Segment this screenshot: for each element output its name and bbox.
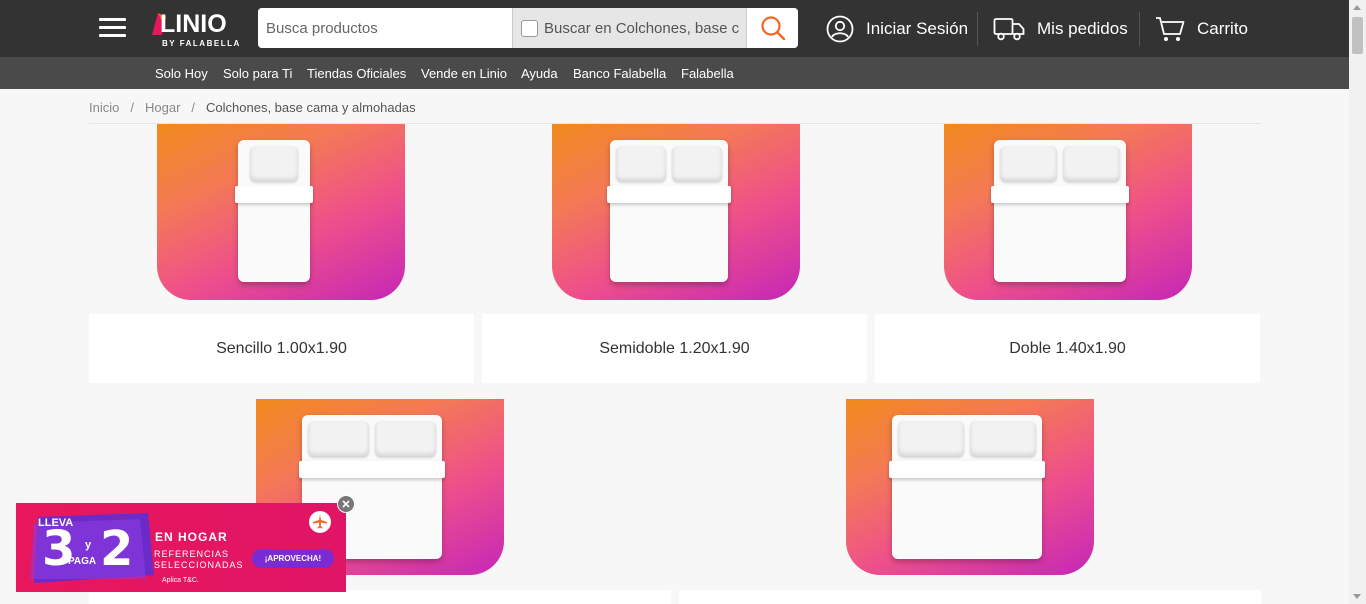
airplane-icon [309, 511, 331, 533]
scroll-down-arrow-icon[interactable] [1353, 594, 1361, 599]
subnav-item-vende-en-linio[interactable]: Vende en Linio [421, 66, 507, 81]
search-input[interactable] [258, 8, 512, 48]
king-bed-icon[interactable] [846, 399, 1094, 575]
linio-logo[interactable]: LINIO BY FALABELLA [150, 9, 245, 49]
search-button[interactable] [747, 8, 798, 48]
cart-icon [1156, 17, 1185, 41]
double-bed-icon[interactable] [944, 124, 1192, 300]
sub-navigation: Solo Hoy Solo para Ti Tiendas Oficiales … [0, 57, 1366, 89]
close-icon[interactable] [337, 495, 355, 513]
top-header: LINIO BY FALABELLA Buscar en Colchones, … [0, 0, 1366, 57]
promo-line-1: REFERENCIAS [154, 549, 230, 559]
search-scope-toggle[interactable]: Buscar en Colchones, base cama y almohad… [512, 8, 747, 48]
category-label-card[interactable]: Doble 1.40x1.90 [875, 314, 1260, 383]
category-label: Doble 1.40x1.90 [1009, 339, 1126, 357]
breadcrumb-item-inicio[interactable]: Inicio [89, 100, 119, 115]
header-divider [977, 12, 978, 46]
subnav-item-ayuda[interactable]: Ayuda [521, 66, 558, 81]
category-label-card[interactable]: Semidoble 1.20x1.90 [482, 314, 867, 383]
truck-icon [993, 18, 1025, 41]
login-link[interactable]: Iniciar Sesión [826, 13, 968, 45]
subnav-item-falabella[interactable]: Falabella [681, 66, 734, 81]
breadcrumb: Inicio / Hogar / Colchones, base cama y … [89, 100, 416, 115]
hamburger-menu-icon[interactable] [99, 18, 126, 38]
orders-link[interactable]: Mis pedidos [993, 13, 1128, 45]
category-label-card[interactable] [89, 590, 671, 604]
promo-terms: Aplica T&C. [162, 577, 199, 584]
scrollbar-thumb[interactable] [1352, 17, 1363, 54]
category-label-card[interactable]: Sencillo 1.00x1.90 [89, 314, 474, 383]
search-scope-label: Buscar en Colchones, base cama y almohad… [544, 19, 739, 37]
promo-line-2: SELECCIONADAS [154, 560, 244, 570]
promo-y: y [85, 539, 92, 551]
subnav-item-banco-falabella[interactable]: Banco Falabella [573, 66, 666, 81]
breadcrumb-item-current: Colchones, base cama y almohadas [206, 100, 416, 115]
promo-cta-button[interactable]: ¡APROVECHA! [252, 549, 334, 568]
header-divider [1139, 12, 1140, 46]
subnav-item-solo-hoy[interactable]: Solo Hoy [155, 66, 208, 81]
category-label-card[interactable] [679, 590, 1261, 604]
vertical-scrollbar[interactable] [1349, 0, 1366, 604]
category-label: Sencillo 1.00x1.90 [216, 339, 347, 357]
breadcrumb-item-hogar[interactable]: Hogar [145, 100, 180, 115]
scroll-up-arrow-icon[interactable] [1353, 5, 1361, 10]
promo-banner[interactable]: LLEVA 3 y 2 PAGA EN HOGAR REFERENCIAS SE… [16, 503, 346, 592]
search-scope-checkbox[interactable] [521, 19, 538, 37]
logo-tagline: BY FALABELLA [162, 39, 241, 48]
semidouble-bed-icon[interactable] [552, 124, 800, 300]
category-label: Semidoble 1.20x1.90 [599, 339, 750, 357]
logo-wordmark: LINIO [160, 10, 227, 38]
breadcrumb-separator: / [130, 100, 134, 115]
promo-paga: PAGA [68, 556, 97, 567]
single-bed-icon[interactable] [157, 124, 405, 300]
search-bar: Buscar en Colchones, base cama y almohad… [258, 8, 798, 48]
subnav-item-solo-para-ti[interactable]: Solo para Ti [223, 66, 292, 81]
cart-label: Carrito [1197, 19, 1249, 38]
orders-label: Mis pedidos [1037, 19, 1128, 38]
search-icon [760, 16, 785, 41]
cart-link[interactable]: Carrito [1155, 13, 1248, 45]
promo-pay-number: 2 [100, 521, 134, 577]
breadcrumb-separator: / [191, 100, 196, 115]
user-icon [826, 15, 854, 43]
subnav-item-tiendas-oficiales[interactable]: Tiendas Oficiales [307, 66, 406, 81]
login-label: Iniciar Sesión [866, 19, 969, 38]
promo-headline: EN HOGAR [155, 530, 228, 544]
